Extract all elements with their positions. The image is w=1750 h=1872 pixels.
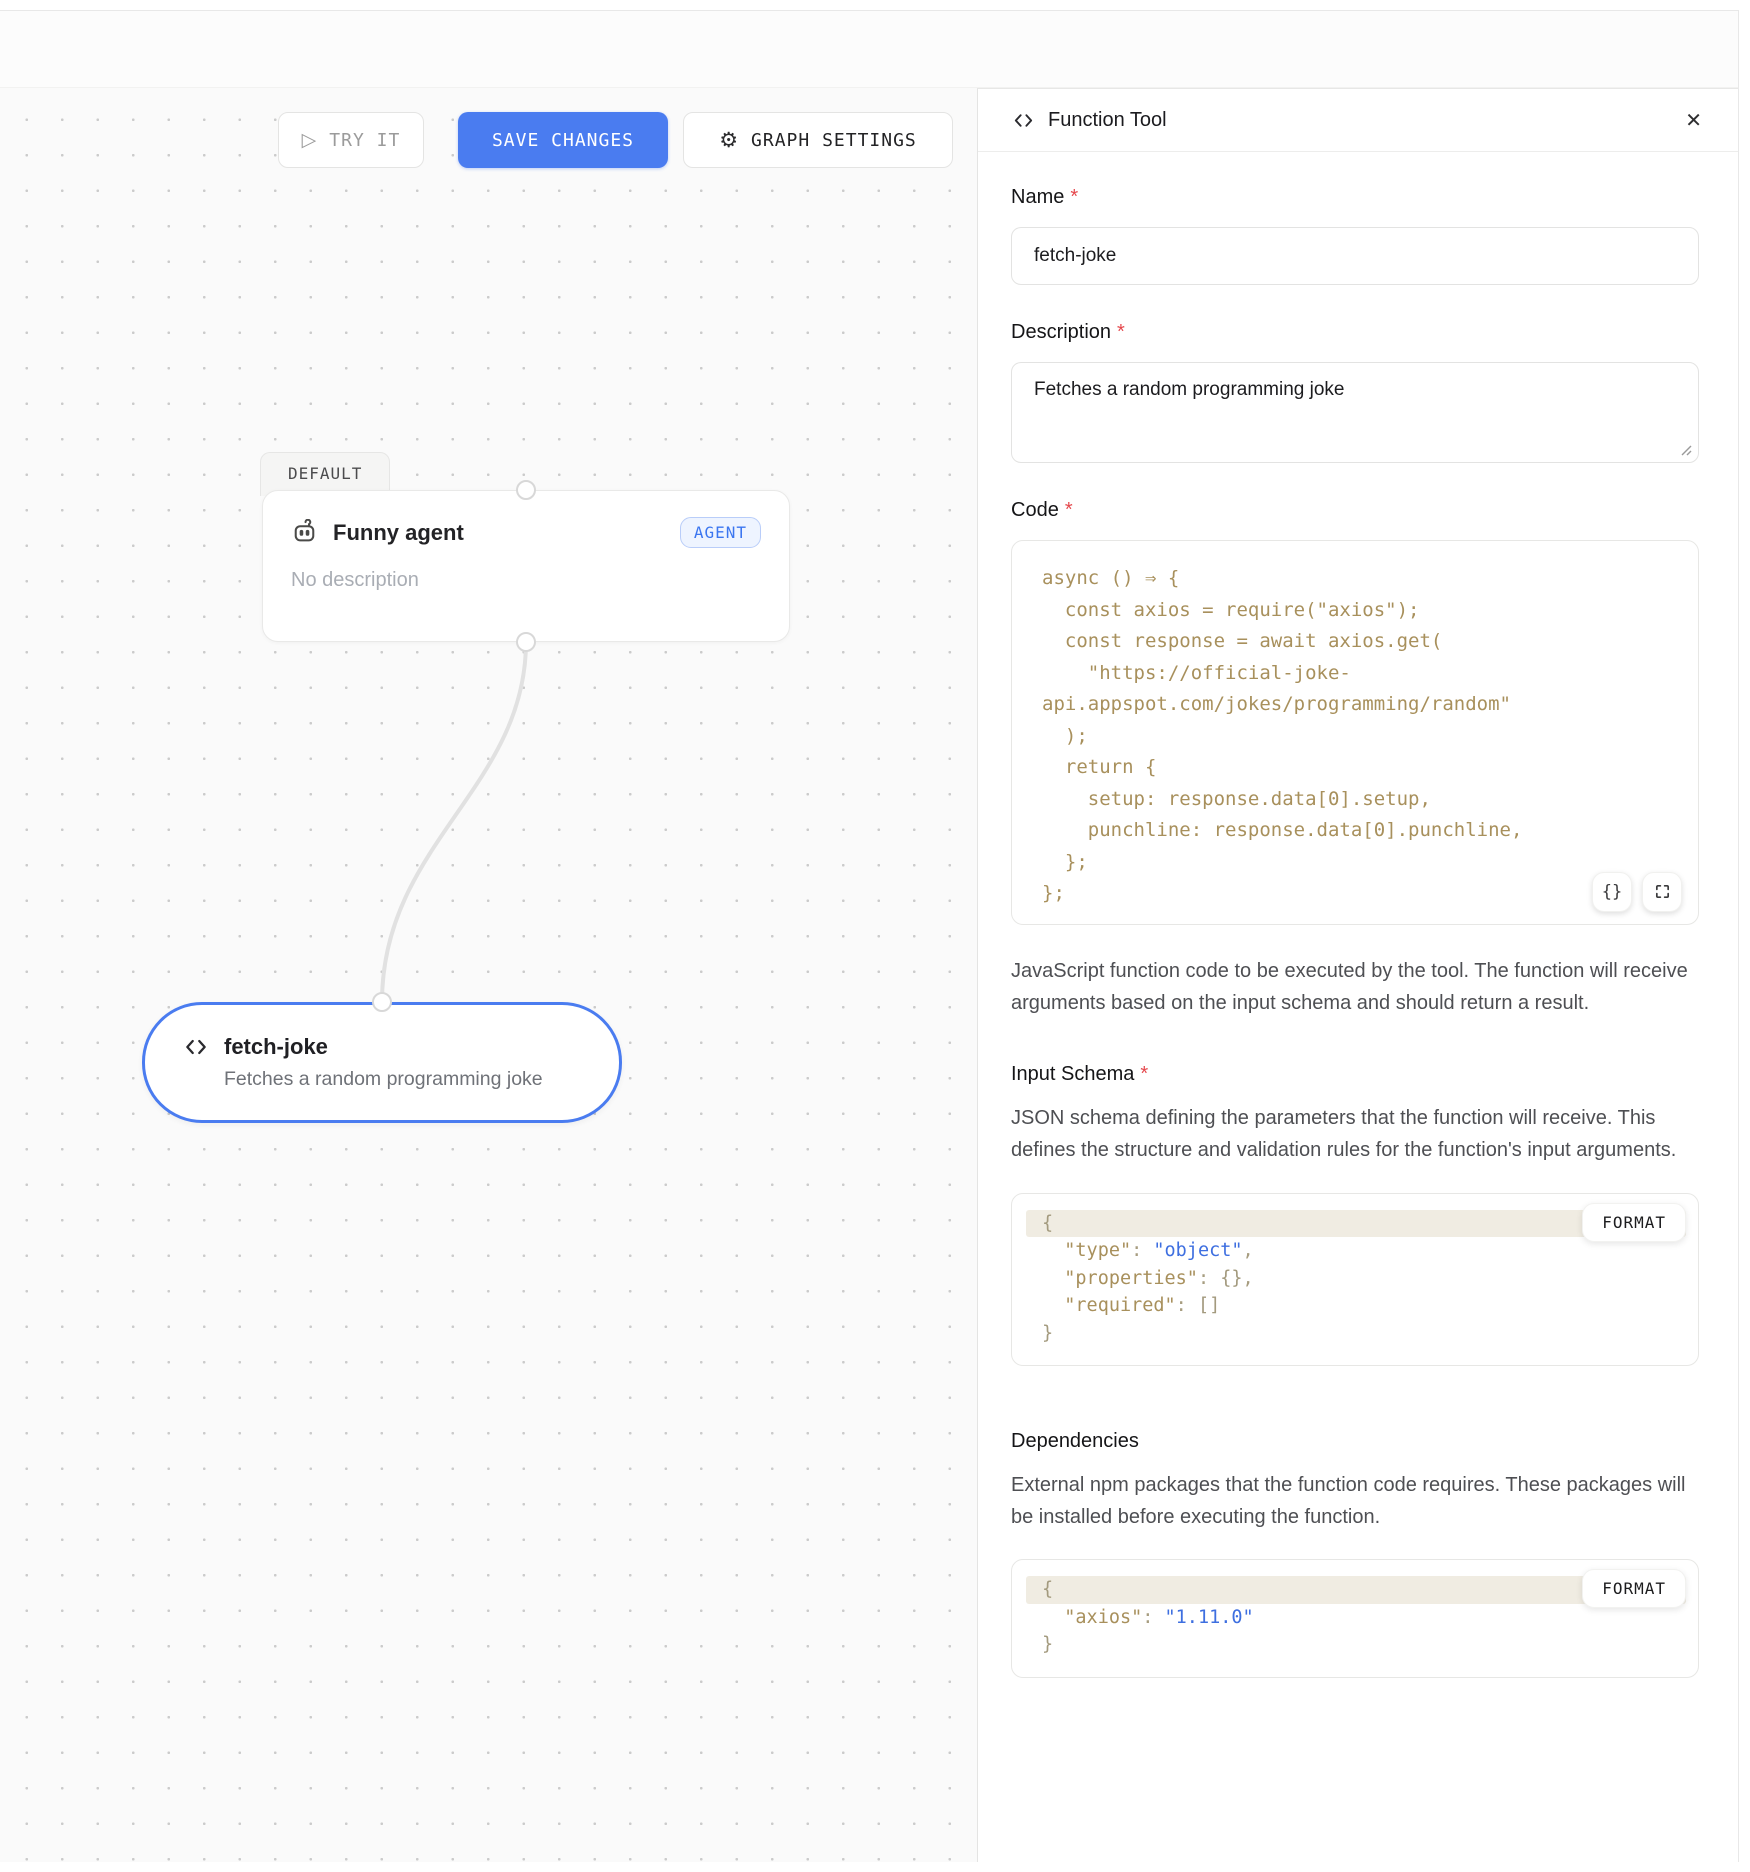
tool-node-top-handle[interactable] bbox=[372, 992, 392, 1012]
graph-canvas[interactable]: ▷ TRY IT SAVE CHANGES ⚙ GRAPH SETTINGS D… bbox=[0, 88, 977, 1862]
agent-node-top-handle[interactable] bbox=[516, 480, 536, 500]
code-help-text: JavaScript function code to be executed … bbox=[1011, 955, 1699, 1019]
tool-node-fetch-joke[interactable]: fetch-joke Fetches a random programming … bbox=[142, 1002, 622, 1123]
graph-settings-button[interactable]: ⚙ GRAPH SETTINGS bbox=[683, 112, 953, 168]
braces-button[interactable]: {} bbox=[1592, 872, 1632, 912]
input-schema-help-text: JSON schema defining the parameters that… bbox=[1011, 1102, 1699, 1166]
gear-icon: ⚙ bbox=[719, 128, 739, 152]
close-icon[interactable]: ✕ bbox=[1685, 108, 1702, 132]
agent-type-badge: AGENT bbox=[680, 517, 761, 548]
panel-title: Function Tool bbox=[1048, 109, 1167, 132]
edge-layer bbox=[0, 88, 977, 1862]
resize-grip-icon[interactable] bbox=[1679, 443, 1692, 456]
input-schema-label: Input Schema* bbox=[1011, 1063, 1699, 1086]
panel-header: Function Tool ✕ bbox=[978, 89, 1738, 152]
function-tool-panel: Function Tool ✕ Name* Description* Fetch… bbox=[977, 88, 1738, 1862]
agent-node-bottom-handle[interactable] bbox=[516, 632, 536, 652]
required-asterisk: * bbox=[1070, 186, 1078, 208]
name-label: Name* bbox=[1011, 186, 1699, 209]
required-asterisk: * bbox=[1117, 321, 1125, 343]
save-changes-label: SAVE CHANGES bbox=[492, 130, 634, 151]
tool-node-description: Fetches a random programming joke bbox=[224, 1068, 619, 1091]
description-label: Description* bbox=[1011, 321, 1699, 344]
edge-agent-to-tool[interactable] bbox=[382, 642, 526, 1002]
agent-node-description: No description bbox=[291, 569, 761, 592]
play-icon: ▷ bbox=[302, 129, 318, 151]
agent-node-title: Funny agent bbox=[333, 520, 464, 546]
required-asterisk: * bbox=[1140, 1063, 1148, 1085]
tool-node-title: fetch-joke bbox=[224, 1034, 328, 1060]
top-bar bbox=[0, 11, 1738, 88]
code-label: Code* bbox=[1011, 499, 1699, 522]
format-button[interactable]: FORMAT bbox=[1582, 1203, 1686, 1242]
code-lines: async () ⇒ { const axios = require("axio… bbox=[1042, 563, 1688, 910]
input-schema-editor[interactable]: FORMAT { "type": "object", "properties":… bbox=[1011, 1193, 1699, 1367]
save-changes-button[interactable]: SAVE CHANGES bbox=[458, 112, 668, 168]
graph-settings-label: GRAPH SETTINGS bbox=[751, 130, 917, 151]
code-icon bbox=[183, 1034, 209, 1060]
try-it-button[interactable]: ▷ TRY IT bbox=[278, 112, 424, 168]
expand-icon[interactable] bbox=[1642, 872, 1682, 912]
code-icon bbox=[1012, 109, 1035, 132]
required-asterisk: * bbox=[1065, 499, 1073, 521]
dependencies-help-text: External npm packages that the function … bbox=[1011, 1469, 1699, 1533]
robot-icon bbox=[291, 519, 318, 546]
try-it-label: TRY IT bbox=[329, 130, 400, 151]
agent-node[interactable]: Funny agent AGENT No description bbox=[262, 490, 790, 642]
format-button[interactable]: FORMAT bbox=[1582, 1569, 1686, 1608]
name-input[interactable] bbox=[1011, 227, 1699, 285]
dependencies-editor[interactable]: FORMAT { "axios": "1.11.0"} bbox=[1011, 1559, 1699, 1678]
code-editor[interactable]: async () ⇒ { const axios = require("axio… bbox=[1011, 540, 1699, 925]
fullscreen-icon bbox=[1654, 883, 1671, 900]
app-window: ▷ TRY IT SAVE CHANGES ⚙ GRAPH SETTINGS D… bbox=[0, 10, 1739, 1862]
dependencies-label: Dependencies bbox=[1011, 1430, 1699, 1453]
description-textarea[interactable]: Fetches a random programming joke bbox=[1011, 362, 1699, 463]
